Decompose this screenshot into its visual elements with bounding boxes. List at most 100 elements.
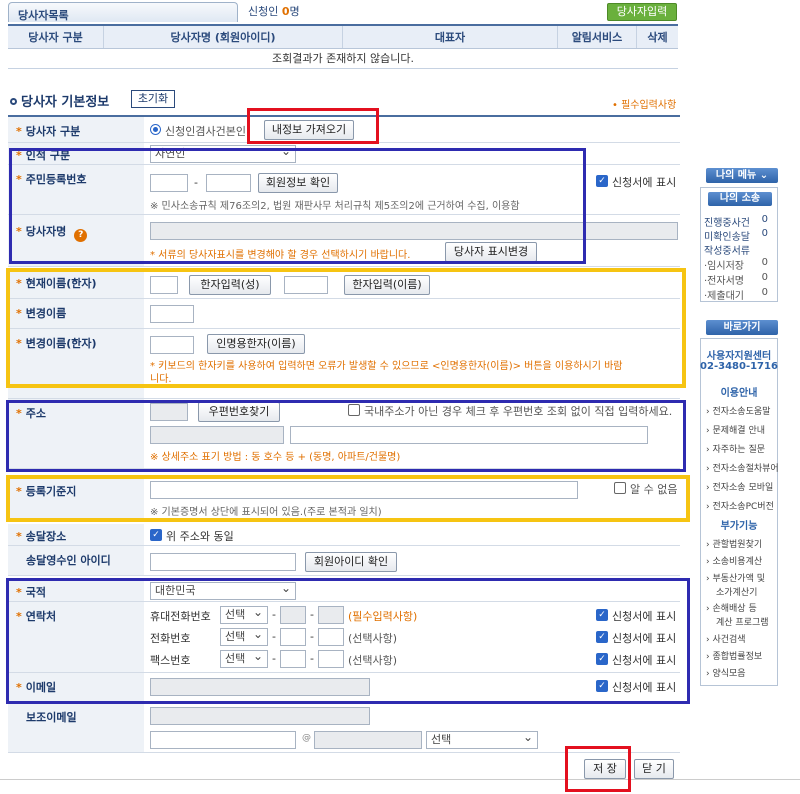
radio-applicant[interactable] [150,124,161,135]
label-reg-base: * 등록기준지 [8,477,144,521]
same-address-label: 위 주소와 동일 [166,530,234,543]
zipcode-input [150,403,188,421]
link-property-value[interactable]: › 부동산가액 및 [706,571,765,584]
link-troubleshoot[interactable]: › 문제해결 안내 [706,423,765,436]
row-party-type: * 당사자 구분 신청인겸사건본인 내정보 가져오기 [8,117,680,143]
link-damages-2[interactable]: 계산 프로그램 [716,615,769,628]
dash: - [310,608,314,621]
label-changed-name: * 변경이름 [8,299,144,328]
same-address-checkbox[interactable]: ✓ [150,529,162,541]
address-detail-input[interactable] [290,426,648,444]
applicant-count: 신청인 0명 [248,5,300,18]
link-court-finder[interactable]: › 관할법원찾기 [706,537,762,550]
label-person-type: * 인적 구분 [8,143,144,164]
mobile-prefix-select[interactable]: 선택 [220,604,268,624]
name-hanja-button[interactable]: 인명용한자(이름) [207,334,305,354]
member-check-button[interactable]: 회원정보 확인 [258,173,338,193]
rrn-back-input[interactable] [206,174,251,192]
phone-optional-hint: (선택사항) [348,632,398,645]
fax-show-checkbox[interactable]: ✓ [596,653,608,665]
link-damages[interactable]: › 손해배상 등 [706,601,757,614]
phone-prefix-select[interactable]: 선택 [220,626,268,646]
shortcut-header: 바로가기 [706,320,778,335]
email-show-label: 신청서에 표시 [612,681,677,694]
sub-email-id-input[interactable] [150,731,296,749]
label-contact: * 연락처 [8,602,144,672]
link-pc[interactable]: › 전자소송PC버전 [706,499,774,512]
label-rrn: * 주민등록번호 [8,165,144,214]
save-button[interactable]: 저 장 [584,759,626,779]
changed-hanja-input[interactable] [150,336,194,354]
dash: - [310,652,314,665]
support-phone: 02-3480-1716 [700,361,778,372]
link-faq[interactable]: › 자주하는 질문 [706,442,765,455]
dash: - [272,652,276,665]
row-rrn: * 주민등록번호 - 회원정보 확인 ✓ 신청서에 표시 ※ 민사소송규칙 제76… [8,165,680,215]
usage-title: 이용안내 [720,388,758,399]
zipcode-search-button[interactable]: 우편번호찾기 [198,402,280,422]
hanja-given-input[interactable] [284,276,328,294]
load-my-info-button[interactable]: 내정보 가져오기 [264,120,354,140]
dash: - [310,630,314,643]
fax-prefix-select[interactable]: 선택 [220,648,268,668]
party-input-button[interactable]: 당사자입력 [607,3,677,21]
row-sub-email: 보조이메일 @ 선택 [8,703,680,753]
phone-label: 전화번호 [150,632,191,645]
reg-base-input[interactable] [150,481,578,499]
stat-temp-saved[interactable]: ·임시저장 0 [704,257,768,272]
label-current-hanja: * 현재이름(한자) [8,269,144,298]
rrn-dash: - [194,176,198,189]
stat-unconfirmed[interactable]: 미확인송달 0 [704,228,768,243]
recipient-id-input[interactable] [150,553,296,571]
fax-last-input[interactable] [318,650,344,668]
sub-email-display [150,707,370,725]
phone-show-checkbox[interactable]: ✓ [596,631,608,643]
col-representative: 대표자 [343,26,558,48]
nationality-select[interactable]: 대한민국 [150,580,296,600]
member-id-check-button[interactable]: 회원아이디 확인 [305,552,397,572]
link-mobile[interactable]: › 전자소송 모바일 [706,480,773,493]
reg-base-unknown-checkbox[interactable] [614,482,626,494]
link-property-value-2[interactable]: 소가계산기 [716,585,757,598]
phone-mid-input[interactable] [280,628,306,646]
at-sign: @ [302,733,311,743]
my-menu-button[interactable]: 나의 메뉴 ⌄ [706,168,778,183]
support-center: 사용자지원센터 [706,351,772,362]
person-type-select[interactable]: 자연인 [150,143,296,163]
row-person-type: * 인적 구분 자연인 [8,143,680,165]
close-button[interactable]: 닫 기 [634,759,674,779]
stat-pending[interactable]: ·제출대기 0 [704,287,768,302]
row-changed-name: * 변경이름 [8,299,680,329]
link-help[interactable]: › 전자소송도움말 [706,404,770,417]
address-format-note: ※ 상세주소 표기 방법 : 동 호수 등 + (동명, 아파트/건물명) [150,452,401,463]
label-address: * 주소 [8,399,144,468]
foreign-address-checkbox[interactable] [348,404,360,416]
link-case-search[interactable]: › 사건검색 [706,632,746,645]
hanja-given-button[interactable]: 한자입력(이름) [344,275,430,295]
email-show-checkbox[interactable]: ✓ [596,680,608,692]
link-viewer[interactable]: › 전자소송절차뷰어 [706,461,779,474]
link-forms[interactable]: › 양식모음 [706,666,746,679]
reset-button[interactable]: 초기화 [131,90,175,108]
help-icon[interactable]: ? [74,229,88,242]
phone-last-input[interactable] [318,628,344,646]
dash: - [272,608,276,621]
rrn-front-input[interactable] [150,174,188,192]
fax-mid-input[interactable] [280,650,306,668]
stat-in-progress[interactable]: 진행중사건 0 [704,214,768,229]
party-name-input [150,222,678,240]
changed-name-input[interactable] [150,305,194,323]
change-display-button[interactable]: 당사자 표시변경 [445,242,537,262]
link-legal-info[interactable]: › 종합법률정보 [706,649,762,662]
email-domain-select[interactable]: 선택 [426,729,538,749]
stat-signed[interactable]: ·전자서명 0 [704,272,768,287]
hanja-surname-button[interactable]: 한자입력(성) [189,275,271,295]
label-spacer [8,385,144,398]
hanja-surname-input[interactable] [150,276,178,294]
fax-show-label: 신청서에 표시 [612,654,677,667]
link-cost-calc[interactable]: › 소송비용계산 [706,554,762,567]
mobile-last-input [318,606,344,624]
mobile-show-checkbox[interactable]: ✓ [596,609,608,621]
label-delivery: * 송달장소 [8,524,144,545]
rrn-show-checkbox[interactable]: ✓ [596,175,608,187]
